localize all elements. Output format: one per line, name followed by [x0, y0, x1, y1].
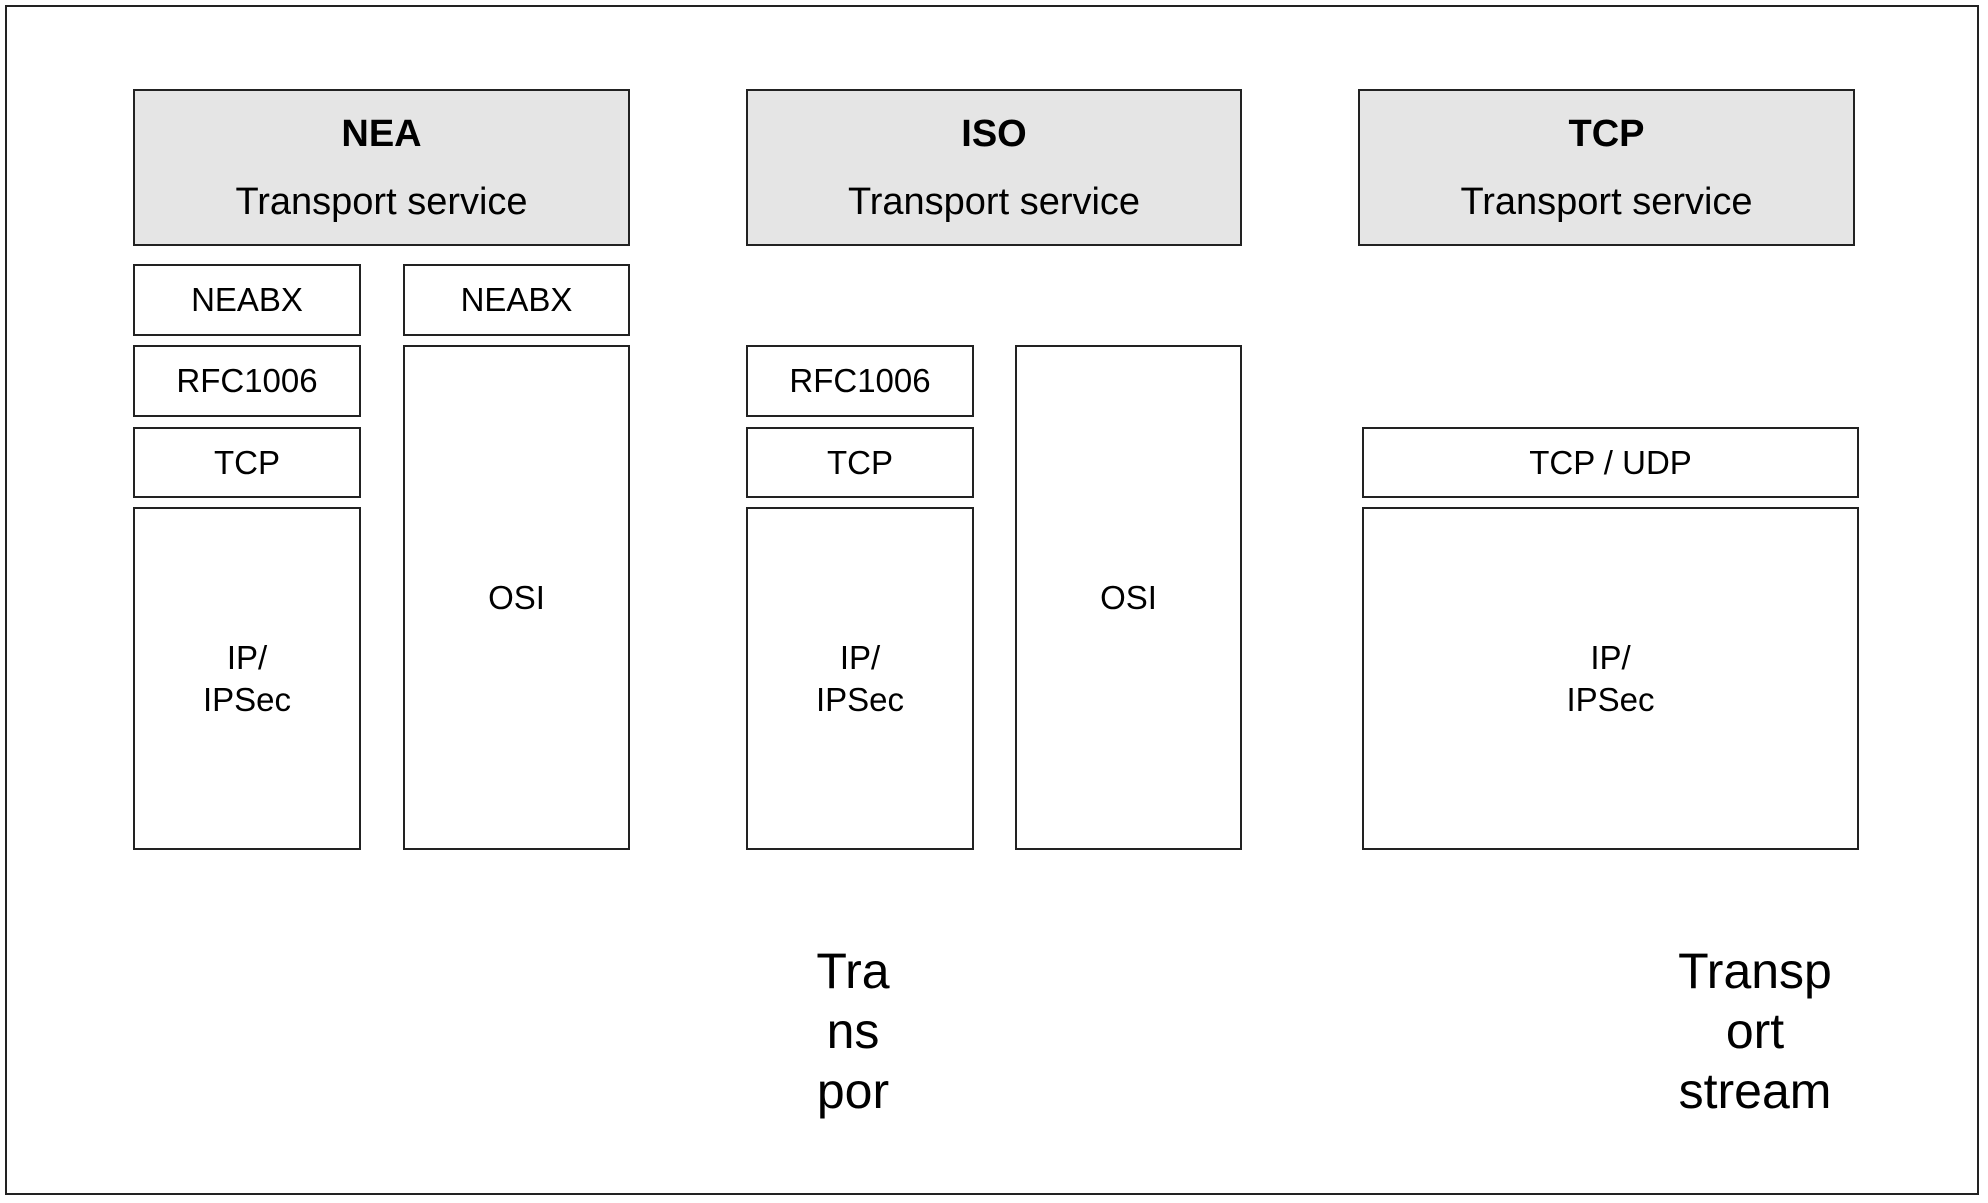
tcp-header: TCP Transport service — [1358, 89, 1855, 246]
nea-header: NEA Transport service — [133, 89, 630, 246]
iso-caption: Tra ns por — [816, 943, 890, 1119]
nea-neabx-left: NEABX — [133, 264, 361, 336]
tcp-ip-ipsec: IP/ IPSec — [1362, 507, 1859, 850]
nea-osi: OSI — [403, 345, 630, 850]
nea-tcp: TCP — [133, 427, 361, 498]
nea-neabx-right: NEABX — [403, 264, 630, 336]
iso-rfc1006: RFC1006 — [746, 345, 974, 417]
nea-rfc1006: RFC1006 — [133, 345, 361, 417]
nea-service-label: Transport service — [235, 180, 528, 223]
iso-ip-ipsec: IP/ IPSec — [746, 507, 974, 850]
nea-ip-ipsec: IP/ IPSec — [133, 507, 361, 850]
iso-tcp: TCP — [746, 427, 974, 498]
iso-service-label: Transport service — [847, 180, 1141, 223]
iso-header: ISO Transport service — [746, 89, 1242, 246]
nea-title: NEA — [341, 112, 422, 155]
tcp-service-label: Transport service — [1460, 180, 1753, 223]
iso-osi: OSI — [1015, 345, 1242, 850]
tcp-title: TCP — [1568, 112, 1645, 155]
tcp-caption: Transp ort stream — [1678, 943, 1832, 1119]
tcp-udp-layer: TCP / UDP — [1362, 427, 1859, 498]
iso-title: ISO — [961, 112, 1027, 155]
